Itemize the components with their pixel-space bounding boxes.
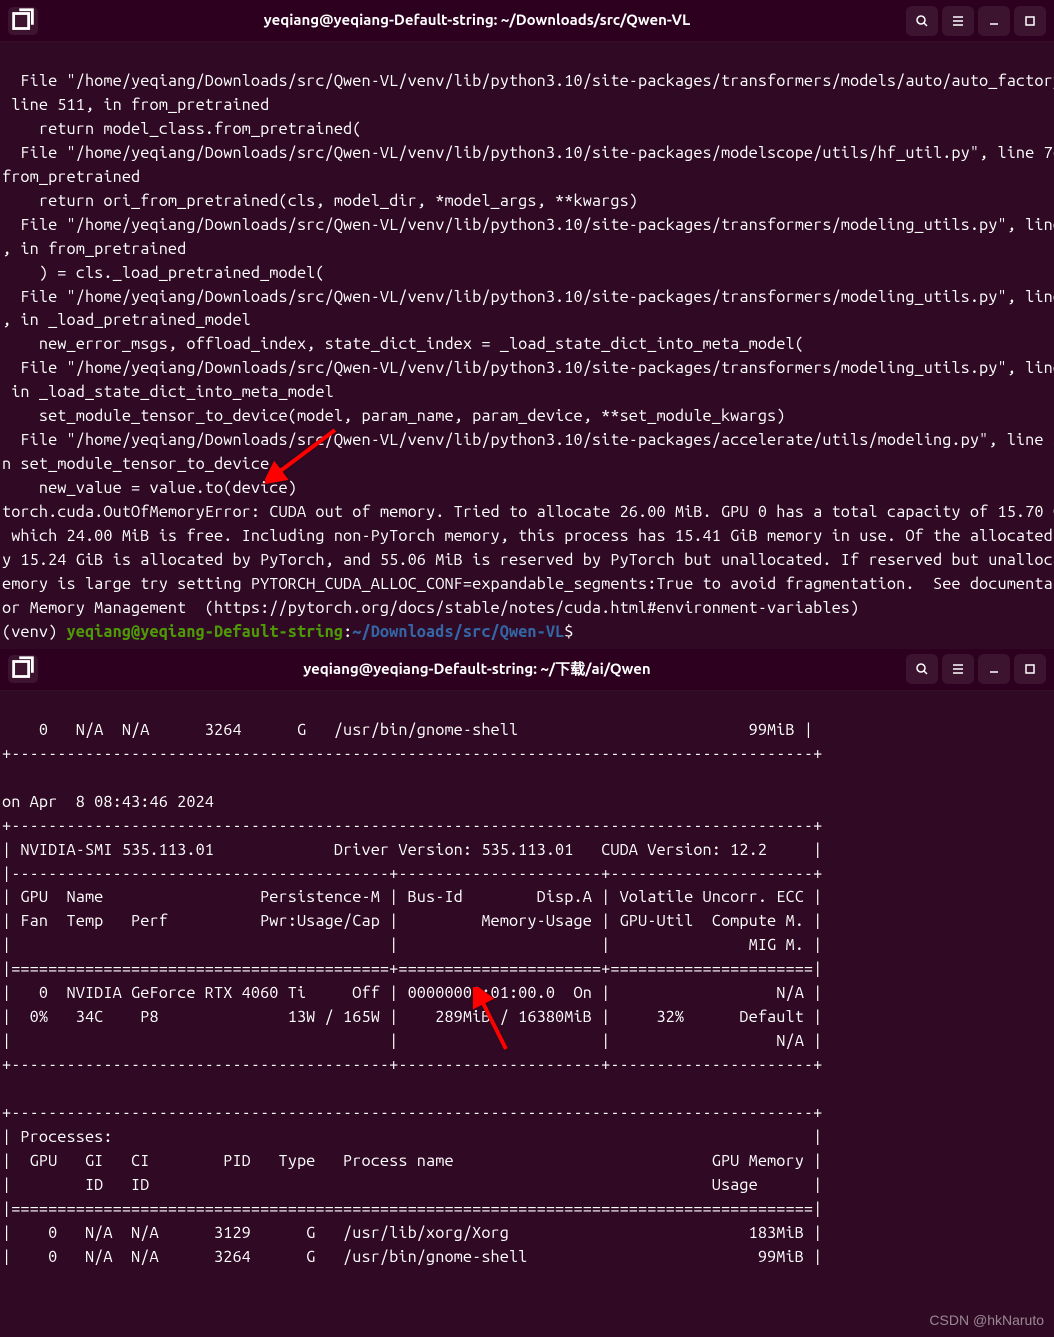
prompt-end: $ bbox=[564, 623, 582, 641]
prompt-colon: : bbox=[343, 623, 352, 641]
nvidia-smi-line: | 0% 34C P8 13W / 165W | 289MiB / 16380M… bbox=[2, 1008, 822, 1026]
nvidia-smi-line: | Fan Temp Perf Pwr:Usage/Cap | Memory-U… bbox=[2, 912, 822, 930]
nvidia-smi-line: +---------------------------------------… bbox=[2, 745, 822, 763]
traceback-line: in _load_state_dict_into_meta_model bbox=[2, 383, 334, 401]
nvidia-smi-line: |---------------------------------------… bbox=[2, 865, 822, 883]
prompt-venv: (venv) bbox=[2, 623, 67, 641]
traceback-line: return model_class.from_pretrained( bbox=[2, 120, 362, 138]
traceback-line: new_value = value.to(device) bbox=[2, 479, 297, 497]
nvidia-smi-line: | GPU Name Persistence-M | Bus-Id Disp.A… bbox=[2, 888, 822, 906]
traceback-line: File "/home/yeqiang/Downloads/src/Qwen-V… bbox=[2, 144, 1054, 162]
nvidia-smi-line: on Apr 8 08:43:46 2024 bbox=[2, 793, 214, 811]
traceback-line: return ori_from_pretrained(cls, model_di… bbox=[2, 192, 638, 210]
traceback-line: from_pretrained bbox=[2, 168, 140, 186]
window-title-bottom: yeqiang@yeqiang-Default-string: ~/下载/ai/… bbox=[48, 658, 906, 681]
terminal-window-bottom: yeqiang@yeqiang-Default-string: ~/下载/ai/… bbox=[0, 649, 1054, 1274]
terminal-output-bottom[interactable]: 0 N/A N/A 3264 G /usr/bin/gnome-shell 99… bbox=[0, 691, 1054, 1274]
traceback-line: File "/home/yeqiang/Downloads/src/Qwen-V… bbox=[2, 359, 1054, 377]
error-line: torch.cuda.OutOfMemoryError: CUDA out of… bbox=[2, 503, 1054, 521]
maximize-button[interactable] bbox=[1014, 654, 1046, 684]
nvidia-smi-line: | ID ID Usage | bbox=[2, 1176, 822, 1194]
traceback-line: , in from_pretrained bbox=[2, 240, 186, 258]
nvidia-smi-line: | | | N/A | bbox=[2, 1032, 822, 1050]
nvidia-smi-line: | GPU GI CI PID Type Process name GPU Me… bbox=[2, 1152, 822, 1170]
traceback-line: new_error_msgs, offload_index, state_dic… bbox=[2, 335, 804, 353]
new-tab-button[interactable] bbox=[8, 7, 38, 35]
traceback-line: set_module_tensor_to_device(model, param… bbox=[2, 407, 786, 425]
titlebar-top: yeqiang@yeqiang-Default-string: ~/Downlo… bbox=[0, 0, 1054, 42]
maximize-button[interactable] bbox=[1014, 6, 1046, 36]
nvidia-smi-line: | 0 N/A N/A 3129 G /usr/lib/xorg/Xorg 18… bbox=[2, 1224, 822, 1242]
error-line: or Memory Management (https://pytorch.or… bbox=[2, 599, 859, 617]
traceback-line: n set_module_tensor_to_device bbox=[2, 455, 269, 473]
nvidia-smi-line: +---------------------------------------… bbox=[2, 817, 822, 835]
error-line: emory is large try setting PYTORCH_CUDA_… bbox=[2, 575, 1054, 593]
search-button[interactable] bbox=[906, 654, 938, 684]
nvidia-smi-line: 0 N/A N/A 3264 G /usr/bin/gnome-shell 99… bbox=[2, 721, 813, 739]
minimize-button[interactable] bbox=[978, 654, 1010, 684]
titlebar-bottom: yeqiang@yeqiang-Default-string: ~/下载/ai/… bbox=[0, 649, 1054, 691]
error-line: which 24.00 MiB is free. Including non-P… bbox=[2, 527, 1054, 545]
nvidia-smi-line: |=======================================… bbox=[2, 960, 822, 978]
minimize-button[interactable] bbox=[978, 6, 1010, 36]
error-line: y 15.24 GiB is allocated by PyTorch, and… bbox=[2, 551, 1054, 569]
watermark: CSDN @hkNaruto bbox=[929, 1310, 1044, 1331]
prompt-user: yeqiang@yeqiang-Default-string bbox=[67, 623, 344, 641]
traceback-line: File "/home/yeqiang/Downloads/src/Qwen-V… bbox=[2, 216, 1054, 234]
terminal-output-top[interactable]: File "/home/yeqiang/Downloads/src/Qwen-V… bbox=[0, 42, 1054, 649]
nvidia-smi-line: | NVIDIA-SMI 535.113.01 Driver Version: … bbox=[2, 841, 822, 859]
nvidia-smi-line: |=======================================… bbox=[2, 1200, 822, 1218]
menu-button[interactable] bbox=[942, 654, 974, 684]
traceback-line: , in _load_pretrained_model bbox=[2, 311, 251, 329]
window-title-top: yeqiang@yeqiang-Default-string: ~/Downlo… bbox=[48, 9, 906, 32]
new-tab-button[interactable] bbox=[8, 655, 38, 683]
nvidia-smi-line: | 0 N/A N/A 3264 G /usr/bin/gnome-shell … bbox=[2, 1248, 822, 1266]
nvidia-smi-line: +---------------------------------------… bbox=[2, 1056, 822, 1074]
menu-button[interactable] bbox=[942, 6, 974, 36]
prompt-path: ~/Downloads/src/Qwen-VL bbox=[352, 623, 564, 641]
nvidia-smi-line: | 0 NVIDIA GeForce RTX 4060 Ti Off | 000… bbox=[2, 984, 822, 1002]
traceback-line: File "/home/yeqiang/Downloads/src/Qwen-V… bbox=[2, 431, 1054, 449]
search-button[interactable] bbox=[906, 6, 938, 36]
nvidia-smi-line: +---------------------------------------… bbox=[2, 1104, 822, 1122]
traceback-line: ) = cls._load_pretrained_model( bbox=[2, 264, 325, 282]
traceback-line: File "/home/yeqiang/Downloads/src/Qwen-V… bbox=[2, 288, 1054, 306]
traceback-line: File "/home/yeqiang/Downloads/src/Qwen-V… bbox=[2, 72, 1054, 90]
nvidia-smi-line: | Processes: | bbox=[2, 1128, 822, 1146]
traceback-line: line 511, in from_pretrained bbox=[2, 96, 269, 114]
terminal-window-top: yeqiang@yeqiang-Default-string: ~/Downlo… bbox=[0, 0, 1054, 649]
nvidia-smi-line: | | | MIG M. | bbox=[2, 936, 822, 954]
